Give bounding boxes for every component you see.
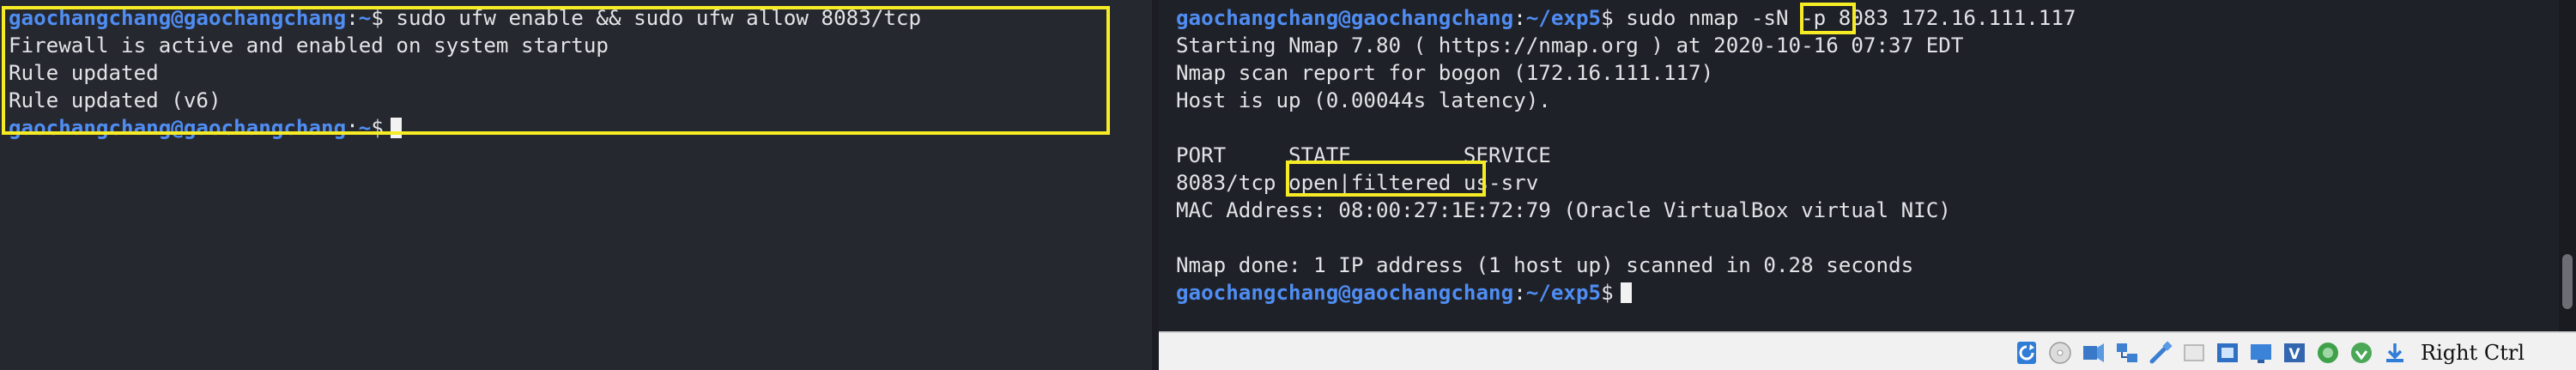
refresh-icon[interactable]	[2014, 340, 2040, 366]
prompt-separator: :	[346, 6, 359, 30]
port-table-header: PORT STATE SERVICE	[1176, 143, 1551, 167]
prompt-separator: :	[346, 116, 359, 140]
prompt-path: ~	[358, 6, 372, 30]
virtualbox-statusbar: V Right Ctrl	[1159, 331, 2576, 370]
prompt-user: gaochangchang@gaochangchang	[9, 116, 347, 140]
terminal-line: Starting Nmap 7.80 ( https://nmap.org ) …	[1176, 33, 1964, 58]
svg-text:V: V	[2288, 346, 2300, 363]
audio-icon[interactable]	[2081, 340, 2106, 366]
port-table-row: 8083/tcp open|filtered us-srv	[1176, 169, 2076, 197]
prompt-separator: :	[1513, 281, 1526, 305]
mouse-integration-icon[interactable]	[2349, 340, 2374, 366]
terminal-line: Host is up (0.00044s latency).	[1176, 88, 1551, 112]
network-icon[interactable]	[2114, 340, 2140, 366]
statusbar-tray: V Right Ctrl	[2014, 339, 2524, 367]
terminal-line: MAC Address: 08:00:27:1E:72:79 (Oracle V…	[1176, 198, 1951, 222]
prompt-symbol: $	[1601, 281, 1614, 305]
prompt-separator: :	[1513, 6, 1526, 30]
prompt-symbol: $	[1601, 6, 1614, 30]
prompt-path: ~/exp5	[1525, 6, 1602, 30]
recording-icon[interactable]: V	[2282, 340, 2307, 366]
host-key-label: Right Ctrl	[2421, 341, 2524, 365]
nmap-command-prefix: sudo nmap	[1613, 6, 1751, 30]
screen-icon[interactable]	[2248, 340, 2274, 366]
keyboard-capture-icon[interactable]	[2382, 340, 2408, 366]
scrollbar-thumb[interactable]	[2562, 254, 2573, 309]
display-icon[interactable]	[2215, 340, 2240, 366]
left-terminal-pane[interactable]: gaochangchang@gaochangchang:~$ sudo ufw …	[0, 0, 1152, 370]
prompt-path: ~/exp5	[1525, 281, 1602, 305]
shared-folder-icon[interactable]	[2181, 340, 2207, 366]
port-service: us-srv	[1463, 171, 1539, 195]
optical-drive-icon[interactable]	[2047, 340, 2073, 366]
prompt-user: gaochangchang@gaochangchang	[1176, 281, 1514, 305]
terminal-line: Firewall is active and enabled on system…	[9, 33, 609, 58]
text-cursor	[1620, 282, 1632, 303]
terminal-line: Rule updated	[9, 61, 159, 85]
text-cursor	[390, 118, 402, 138]
terminal-line: Nmap done: 1 IP address (1 host up) scan…	[1176, 253, 1914, 277]
terminal-line: Nmap scan report for bogon (172.16.111.1…	[1176, 61, 1714, 85]
terminal-line: gaochangchang@gaochangchang:~$ sudo ufw …	[9, 4, 921, 32]
prompt-symbol: $	[371, 116, 384, 140]
terminal-prompt-line[interactable]: gaochangchang@gaochangchang:~/exp5$	[1176, 279, 2076, 306]
port-value: 8083/tcp	[1176, 171, 1276, 195]
port-state: open|filtered	[1288, 171, 1452, 195]
left-terminal-output: gaochangchang@gaochangchang:~$ sudo ufw …	[9, 4, 921, 142]
prompt-user: gaochangchang@gaochangchang	[1176, 6, 1514, 30]
terminal-prompt-line[interactable]: gaochangchang@gaochangchang:~$	[9, 114, 921, 142]
right-terminal-pane[interactable]: gaochangchang@gaochangchang:~/exp5$ sudo…	[1159, 0, 2576, 370]
usb-icon[interactable]	[2148, 340, 2173, 366]
prompt-path: ~	[358, 116, 372, 140]
terminal-line: Rule updated (v6)	[9, 88, 221, 112]
prompt-user: gaochangchang@gaochangchang	[9, 6, 347, 30]
nmap-scan-flag: -sN	[1750, 6, 1789, 30]
cpu-icon[interactable]	[2315, 340, 2341, 366]
nmap-command-suffix: -p 8083 172.16.111.117	[1788, 6, 2076, 30]
pane-divider[interactable]	[1152, 0, 1159, 370]
prompt-symbol: $	[371, 6, 384, 30]
scrollbar[interactable]	[2559, 0, 2576, 331]
right-terminal-output: gaochangchang@gaochangchang:~/exp5$ sudo…	[1176, 4, 2076, 306]
ufw-command: sudo ufw enable && sudo ufw allow 8083/t…	[383, 6, 922, 30]
terminal-line: gaochangchang@gaochangchang:~/exp5$ sudo…	[1176, 4, 2076, 32]
